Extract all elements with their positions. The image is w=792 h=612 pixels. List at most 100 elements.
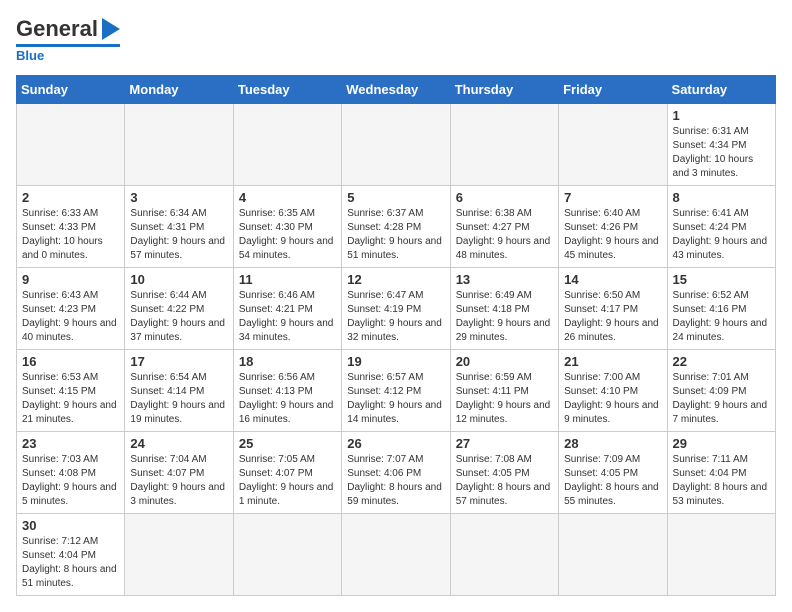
day-number: 2 (22, 190, 119, 205)
day-number: 10 (130, 272, 227, 287)
day-number: 3 (130, 190, 227, 205)
calendar-day-cell: 22 Sunrise: 7:01 AM Sunset: 4:09 PM Dayli… (667, 350, 775, 432)
calendar-day-cell (125, 104, 233, 186)
calendar-header-monday: Monday (125, 76, 233, 104)
day-info: Sunrise: 6:52 AM Sunset: 4:16 PM Dayligh… (673, 289, 770, 345)
day-number: 7 (564, 190, 661, 205)
day-number: 20 (456, 354, 553, 369)
calendar-day-cell: 10Sunrise: 6:44 AM Sunset: 4:22 PM Dayli… (125, 268, 233, 350)
day-number: 21 (564, 354, 661, 369)
logo-blue-text: Blue (16, 48, 44, 63)
calendar-week-row: 2 Sunrise: 6:33 AM Sunset: 4:33 PM Daylig… (17, 186, 776, 268)
calendar-day-cell: 29 Sunrise: 7:11 AM Sunset: 4:04 PM Dayli… (667, 432, 775, 514)
day-number: 15 (673, 272, 770, 287)
day-info: Sunrise: 6:54 AM Sunset: 4:14 PM Dayligh… (130, 371, 227, 427)
day-number: 30 (22, 518, 119, 533)
day-number: 12 (347, 272, 444, 287)
day-info: Sunrise: 7:09 AM Sunset: 4:05 PM Dayligh… (564, 453, 661, 509)
calendar-week-row: 23Sunrise: 7:03 AM Sunset: 4:08 PM Dayli… (17, 432, 776, 514)
calendar-week-row: 30 Sunrise: 7:12 AM Sunset: 4:04 PM Dayli… (17, 514, 776, 596)
calendar-day-cell: 16 Sunrise: 6:53 AM Sunset: 4:15 PM Dayli… (17, 350, 125, 432)
calendar-week-row: 9Sunrise: 6:43 AM Sunset: 4:23 PM Daylig… (17, 268, 776, 350)
day-info: Sunrise: 6:37 AM Sunset: 4:28 PM Dayligh… (347, 207, 444, 263)
calendar-day-cell: 8 Sunrise: 6:41 AM Sunset: 4:24 PM Daylig… (667, 186, 775, 268)
day-number: 17 (130, 354, 227, 369)
calendar-day-cell: 1Sunrise: 6:31 AM Sunset: 4:34 PM Daylig… (667, 104, 775, 186)
day-info: Sunrise: 6:56 AM Sunset: 4:13 PM Dayligh… (239, 371, 336, 427)
calendar-day-cell: 5 Sunrise: 6:37 AM Sunset: 4:28 PM Daylig… (342, 186, 450, 268)
calendar-day-cell (233, 514, 341, 596)
logo: General Blue (16, 16, 120, 63)
day-number: 4 (239, 190, 336, 205)
day-number: 8 (673, 190, 770, 205)
day-number: 27 (456, 436, 553, 451)
calendar-day-cell: 9Sunrise: 6:43 AM Sunset: 4:23 PM Daylig… (17, 268, 125, 350)
day-number: 13 (456, 272, 553, 287)
calendar-day-cell: 19Sunrise: 6:57 AM Sunset: 4:12 PM Dayli… (342, 350, 450, 432)
day-info: Sunrise: 6:35 AM Sunset: 4:30 PM Dayligh… (239, 207, 336, 263)
calendar-header-wednesday: Wednesday (342, 76, 450, 104)
calendar-day-cell: 21Sunrise: 7:00 AM Sunset: 4:10 PM Dayli… (559, 350, 667, 432)
calendar-header-sunday: Sunday (17, 76, 125, 104)
calendar-header-friday: Friday (559, 76, 667, 104)
calendar-day-cell (450, 514, 558, 596)
calendar-day-cell: 4 Sunrise: 6:35 AM Sunset: 4:30 PM Daylig… (233, 186, 341, 268)
calendar-day-cell: 18 Sunrise: 6:56 AM Sunset: 4:13 PM Dayli… (233, 350, 341, 432)
calendar-day-cell: 20 Sunrise: 6:59 AM Sunset: 4:11 PM Dayli… (450, 350, 558, 432)
day-info: Sunrise: 7:04 AM Sunset: 4:07 PM Dayligh… (130, 453, 227, 509)
logo-general-text: General (16, 16, 98, 42)
calendar-week-row: 16 Sunrise: 6:53 AM Sunset: 4:15 PM Dayli… (17, 350, 776, 432)
calendar-day-cell: 28Sunrise: 7:09 AM Sunset: 4:05 PM Dayli… (559, 432, 667, 514)
day-number: 14 (564, 272, 661, 287)
day-info: Sunrise: 6:46 AM Sunset: 4:21 PM Dayligh… (239, 289, 336, 345)
calendar-table: SundayMondayTuesdayWednesdayThursdayFrid… (16, 75, 776, 596)
day-info: Sunrise: 6:40 AM Sunset: 4:26 PM Dayligh… (564, 207, 661, 263)
calendar-day-cell: 23Sunrise: 7:03 AM Sunset: 4:08 PM Dayli… (17, 432, 125, 514)
day-number: 6 (456, 190, 553, 205)
day-number: 18 (239, 354, 336, 369)
calendar-day-cell: 25 Sunrise: 7:05 AM Sunset: 4:07 PM Dayli… (233, 432, 341, 514)
day-number: 24 (130, 436, 227, 451)
calendar-day-cell: 2 Sunrise: 6:33 AM Sunset: 4:33 PM Daylig… (17, 186, 125, 268)
calendar-day-cell: 6 Sunrise: 6:38 AM Sunset: 4:27 PM Daylig… (450, 186, 558, 268)
calendar-day-cell: 24 Sunrise: 7:04 AM Sunset: 4:07 PM Dayli… (125, 432, 233, 514)
header: General Blue (16, 16, 776, 63)
calendar-day-cell (125, 514, 233, 596)
day-info: Sunrise: 6:49 AM Sunset: 4:18 PM Dayligh… (456, 289, 553, 345)
calendar-day-cell (233, 104, 341, 186)
day-info: Sunrise: 6:41 AM Sunset: 4:24 PM Dayligh… (673, 207, 770, 263)
calendar-day-cell: 11Sunrise: 6:46 AM Sunset: 4:21 PM Dayli… (233, 268, 341, 350)
calendar-day-cell (342, 514, 450, 596)
day-info: Sunrise: 6:50 AM Sunset: 4:17 PM Dayligh… (564, 289, 661, 345)
day-number: 16 (22, 354, 119, 369)
day-info: Sunrise: 7:11 AM Sunset: 4:04 PM Dayligh… (673, 453, 770, 509)
calendar-day-cell: 30 Sunrise: 7:12 AM Sunset: 4:04 PM Dayli… (17, 514, 125, 596)
calendar-day-cell: 17 Sunrise: 6:54 AM Sunset: 4:14 PM Dayli… (125, 350, 233, 432)
day-number: 1 (673, 108, 770, 123)
day-number: 5 (347, 190, 444, 205)
day-info: Sunrise: 6:38 AM Sunset: 4:27 PM Dayligh… (456, 207, 553, 263)
day-info: Sunrise: 6:59 AM Sunset: 4:11 PM Dayligh… (456, 371, 553, 427)
calendar-day-cell: 14 Sunrise: 6:50 AM Sunset: 4:17 PM Dayli… (559, 268, 667, 350)
calendar-day-cell (559, 104, 667, 186)
calendar-day-cell: 13 Sunrise: 6:49 AM Sunset: 4:18 PM Dayli… (450, 268, 558, 350)
day-number: 22 (673, 354, 770, 369)
day-number: 25 (239, 436, 336, 451)
calendar-header-row: SundayMondayTuesdayWednesdayThursdayFrid… (17, 76, 776, 104)
day-info: Sunrise: 6:53 AM Sunset: 4:15 PM Dayligh… (22, 371, 119, 427)
day-info: Sunrise: 6:47 AM Sunset: 4:19 PM Dayligh… (347, 289, 444, 345)
day-info: Sunrise: 7:07 AM Sunset: 4:06 PM Dayligh… (347, 453, 444, 509)
day-info: Sunrise: 7:08 AM Sunset: 4:05 PM Dayligh… (456, 453, 553, 509)
calendar-day-cell: 26Sunrise: 7:07 AM Sunset: 4:06 PM Dayli… (342, 432, 450, 514)
day-info: Sunrise: 7:01 AM Sunset: 4:09 PM Dayligh… (673, 371, 770, 427)
day-info: Sunrise: 7:03 AM Sunset: 4:08 PM Dayligh… (22, 453, 119, 509)
calendar-day-cell: 12 Sunrise: 6:47 AM Sunset: 4:19 PM Dayli… (342, 268, 450, 350)
calendar-day-cell: 7 Sunrise: 6:40 AM Sunset: 4:26 PM Daylig… (559, 186, 667, 268)
calendar-day-cell (17, 104, 125, 186)
calendar-day-cell: 27 Sunrise: 7:08 AM Sunset: 4:05 PM Dayli… (450, 432, 558, 514)
calendar-week-row: 1Sunrise: 6:31 AM Sunset: 4:34 PM Daylig… (17, 104, 776, 186)
day-info: Sunrise: 7:12 AM Sunset: 4:04 PM Dayligh… (22, 535, 119, 591)
day-number: 29 (673, 436, 770, 451)
day-info: Sunrise: 6:33 AM Sunset: 4:33 PM Dayligh… (22, 207, 119, 263)
day-info: Sunrise: 7:05 AM Sunset: 4:07 PM Dayligh… (239, 453, 336, 509)
